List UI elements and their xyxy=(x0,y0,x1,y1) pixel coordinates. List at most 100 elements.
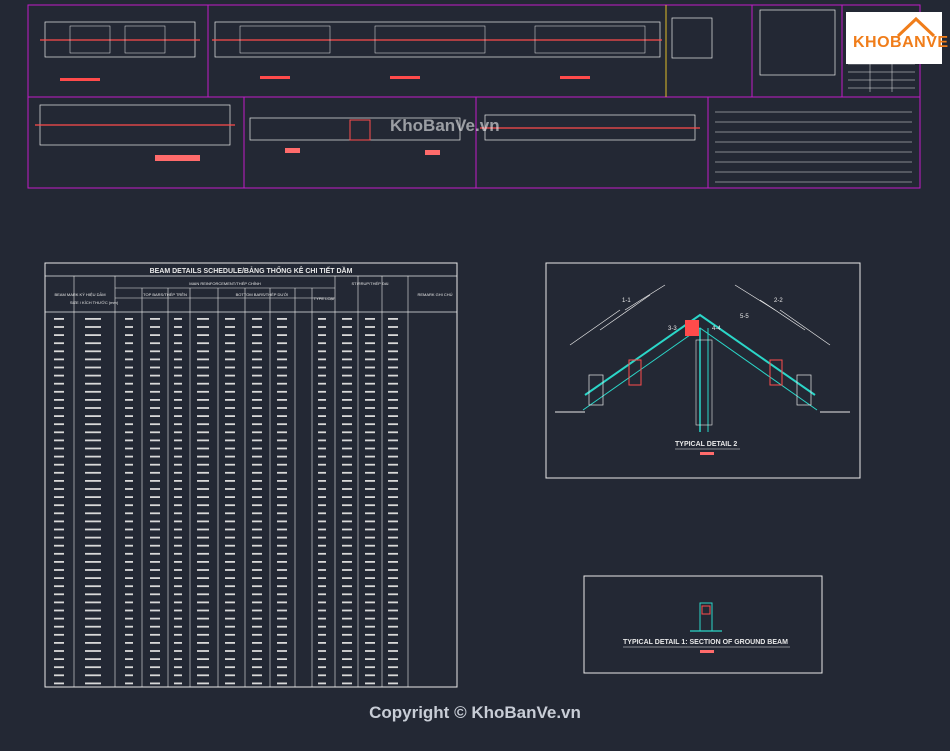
col-remark: REMARK GHI CHÚ xyxy=(417,292,452,297)
table-cell-mark xyxy=(150,625,160,628)
table-cell-mark xyxy=(125,552,133,555)
table-cell-mark xyxy=(54,682,64,685)
table-cell-mark xyxy=(150,536,160,539)
watermark-text: KhoBanVe.vn xyxy=(390,116,500,135)
table-cell-mark xyxy=(388,415,398,417)
table-cell-mark xyxy=(388,512,398,515)
table-cell-mark xyxy=(174,642,182,644)
table-cell-mark xyxy=(342,504,352,507)
table-cell-mark xyxy=(174,407,182,409)
table-cell-mark xyxy=(225,334,235,336)
table-cell-mark xyxy=(85,431,101,434)
table-cell-mark xyxy=(388,423,398,426)
table-cell-mark xyxy=(125,471,133,474)
table-cell-mark xyxy=(54,374,64,377)
section-label-5: 5-5 xyxy=(740,314,749,320)
table-cell-mark xyxy=(252,326,262,328)
table-cell-mark xyxy=(85,520,101,523)
table-cell-mark xyxy=(174,342,182,345)
table-cell-mark xyxy=(225,390,235,393)
table-cell-mark xyxy=(388,399,398,401)
table-cell-mark xyxy=(318,374,326,377)
table-cell-mark xyxy=(125,577,133,579)
table-cell-mark xyxy=(150,390,160,393)
table-cell-mark xyxy=(342,544,352,547)
table-cell-mark xyxy=(365,577,375,579)
table-cell-mark xyxy=(252,366,262,369)
table-cell-mark xyxy=(225,512,235,515)
table-cell-mark xyxy=(225,480,235,482)
table-cell-mark xyxy=(225,528,235,531)
table-cell-mark xyxy=(150,480,160,482)
table-cell-mark xyxy=(174,496,182,498)
table-cell-mark xyxy=(125,455,133,458)
table-cell-mark xyxy=(225,350,235,353)
table-cell-mark xyxy=(174,374,182,377)
table-cell-mark xyxy=(365,480,375,482)
table-cell-mark xyxy=(225,407,235,409)
table-cell-mark xyxy=(277,561,287,563)
table-cell-mark xyxy=(342,407,352,409)
table-cell-mark xyxy=(342,463,352,466)
table-cell-mark xyxy=(388,528,398,531)
table-cell-mark xyxy=(54,334,64,336)
schedule-title: BEAM DETAILS SCHEDULE/BẢNG THỐNG KÊ CHI … xyxy=(150,265,353,275)
table-cell-mark xyxy=(85,334,101,336)
table-cell-mark xyxy=(54,552,64,555)
table-cell-mark xyxy=(225,682,235,685)
table-cell-mark xyxy=(54,415,64,417)
table-cell-mark xyxy=(277,625,287,628)
table-cell-mark xyxy=(365,536,375,539)
table-cell-mark xyxy=(197,601,209,604)
table-cell-mark xyxy=(252,423,262,426)
table-cell-mark xyxy=(54,480,64,482)
table-cell-mark xyxy=(125,463,133,466)
table-cell-mark xyxy=(342,512,352,515)
table-cell-mark xyxy=(318,504,326,507)
table-cell-mark xyxy=(125,520,133,523)
table-cell-mark xyxy=(197,544,209,547)
table-cell-mark xyxy=(54,512,64,515)
table-cell-mark xyxy=(225,399,235,401)
table-cell-mark xyxy=(85,617,101,620)
table-cell-mark xyxy=(85,463,101,466)
table-cell-mark xyxy=(277,552,287,555)
copyright-text: Copyright © KhoBanVe.vn xyxy=(369,703,581,722)
table-cell-mark xyxy=(150,633,160,636)
table-cell-mark xyxy=(318,480,326,482)
table-cell-mark xyxy=(342,399,352,401)
table-cell-mark xyxy=(197,318,209,320)
table-cell-mark xyxy=(277,399,287,401)
table-cell-mark xyxy=(174,625,182,628)
table-cell-mark xyxy=(277,471,287,474)
table-cell-mark xyxy=(365,488,375,490)
table-cell-mark xyxy=(225,504,235,507)
typical-detail-1-title: TYPICAL DETAIL 1: SECTION OF GROUND BEAM xyxy=(623,639,788,646)
table-cell-mark xyxy=(150,415,160,417)
table-cell-mark xyxy=(174,504,182,507)
table-cell-mark xyxy=(225,658,235,660)
table-cell-mark xyxy=(225,342,235,345)
table-cell-mark xyxy=(125,536,133,539)
table-cell-mark xyxy=(197,480,209,482)
table-cell-mark xyxy=(150,674,160,677)
table-cell-mark xyxy=(54,601,64,604)
table-cell-mark xyxy=(150,382,160,385)
table-cell-mark xyxy=(225,633,235,636)
table-cell-mark xyxy=(174,488,182,490)
table-cell-mark xyxy=(365,439,375,442)
table-cell-mark xyxy=(277,463,287,466)
table-cell-mark xyxy=(342,480,352,482)
table-cell-mark xyxy=(318,350,326,353)
table-cell-mark xyxy=(318,407,326,409)
table-cell-mark xyxy=(54,544,64,547)
table-cell-mark xyxy=(197,366,209,369)
table-cell-mark xyxy=(125,625,133,628)
table-cell-mark xyxy=(318,358,326,361)
table-cell-mark xyxy=(54,423,64,426)
table-cell-mark xyxy=(54,326,64,328)
table-cell-mark xyxy=(174,326,182,328)
table-cell-mark xyxy=(197,593,209,596)
table-cell-mark xyxy=(174,650,182,652)
table-cell-mark xyxy=(225,544,235,547)
